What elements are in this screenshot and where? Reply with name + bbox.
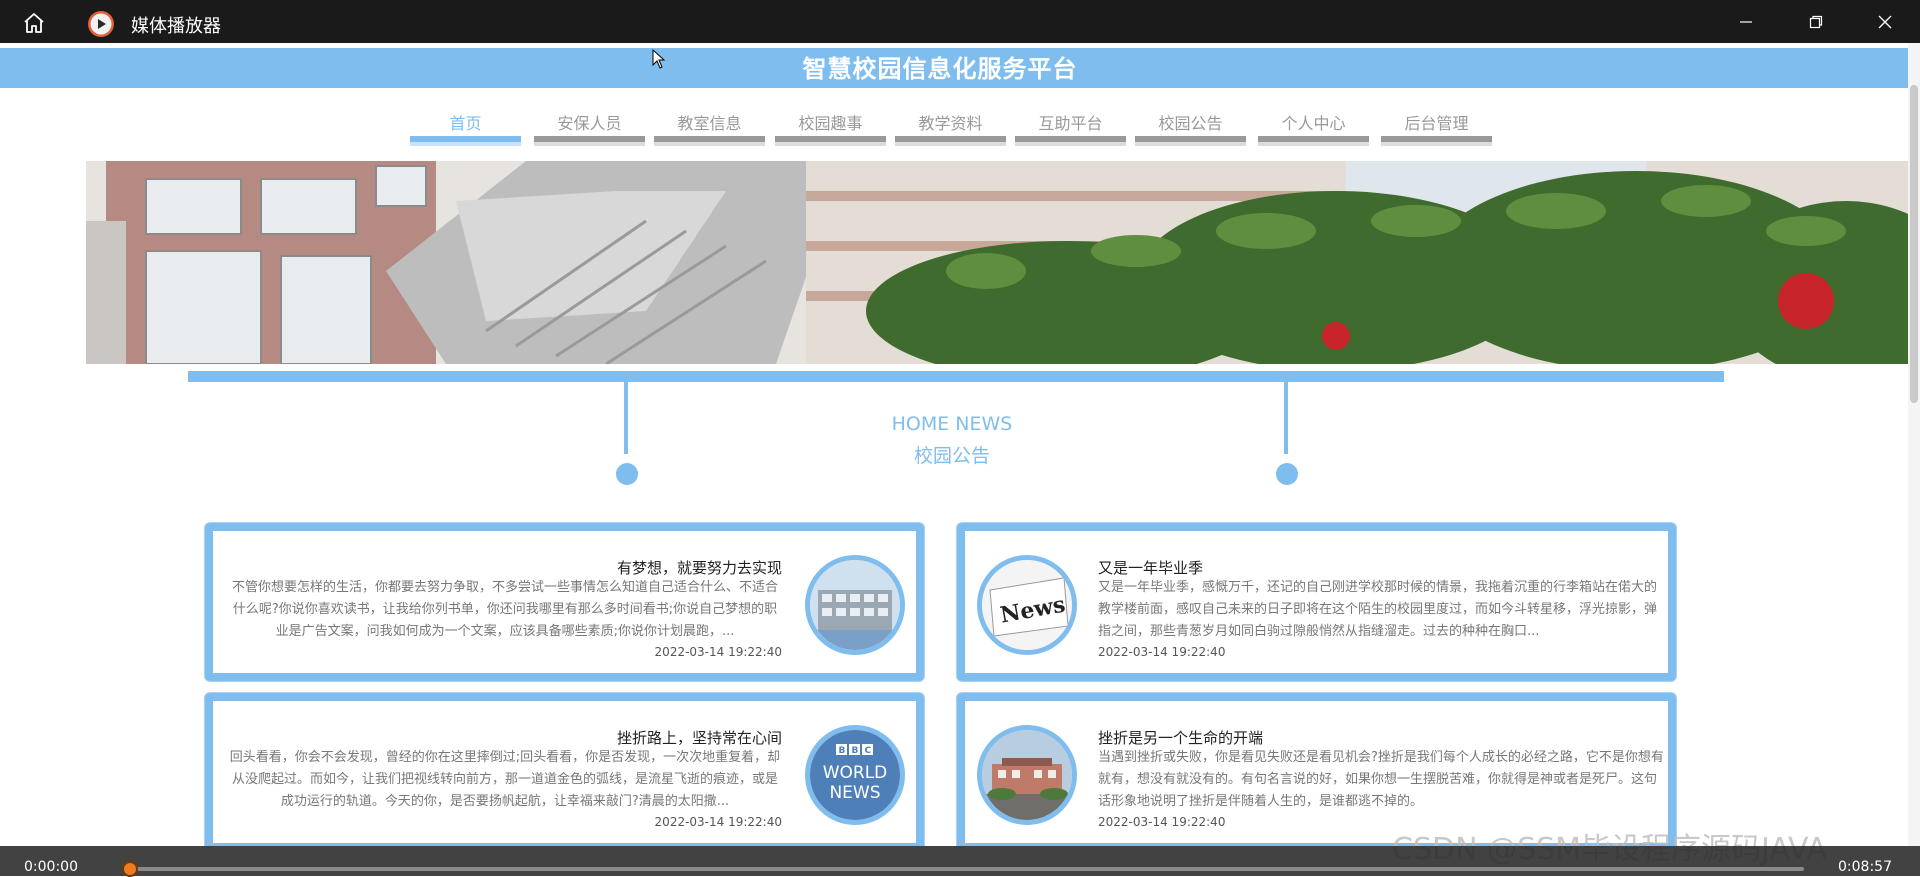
news-card[interactable]: News 又是一年毕业季 又是一年毕业季，感慨万千，还记的自己刚进学校那时候的情… — [957, 523, 1676, 681]
nav-underline — [654, 136, 765, 146]
banner-image — [86, 161, 1908, 364]
nav-item-security-staff[interactable]: 安保人员 — [534, 110, 645, 150]
news-date: 2022-03-14 19:22:40 — [654, 645, 782, 659]
nav-label: 首页 — [449, 114, 482, 133]
mouse-cursor-icon — [652, 49, 666, 69]
window-title: 媒体播放器 — [131, 16, 221, 37]
nav-label: 个人中心 — [1281, 114, 1346, 133]
nav-item-admin[interactable]: 后台管理 — [1381, 110, 1492, 150]
site-header: 智慧校园信息化服务平台 — [0, 48, 1908, 88]
news-title[interactable]: 又是一年毕业季 — [1098, 557, 1203, 578]
nav-label: 安保人员 — [557, 114, 622, 133]
nav-underline — [1381, 136, 1492, 146]
section-title-en: HOME NEWS — [891, 413, 1013, 435]
section-title-cn: 校园公告 — [913, 445, 990, 467]
nav-underline — [775, 136, 886, 146]
svg-text:WORLD: WORLD — [823, 763, 888, 783]
news-title[interactable]: 有梦想，就要努力去实现 — [617, 557, 782, 578]
page-scrollbar[interactable] — [1908, 43, 1920, 846]
section-divider — [188, 371, 1724, 382]
main-nav: 首页 安保人员 教室信息 校园趣事 教学资料 互助平台 校园公告 个人中心 后台… — [0, 110, 1908, 150]
news-date: 2022-03-14 19:22:40 — [1098, 645, 1226, 659]
news-title[interactable]: 挫折是另一个生命的开端 — [1098, 727, 1263, 748]
news-summary: 不管你想要怎样的生活，你都要去努力争取，不多尝试一些事情怎么知道自己适合什么、不… — [231, 580, 778, 639]
nav-label: 教学资料 — [918, 114, 983, 133]
news-card[interactable]: 有梦想，就要努力去实现 不管你想要怎样的生活，你都要去努力争取，不多尝试一些事情… — [205, 523, 924, 681]
nav-label: 互助平台 — [1038, 114, 1103, 133]
nav-item-personal-center[interactable]: 个人中心 — [1258, 110, 1369, 150]
seek-handle[interactable] — [122, 861, 138, 877]
news-title[interactable]: 挫折路上，坚持常在心间 — [617, 727, 782, 748]
close-button[interactable] — [1855, 0, 1915, 43]
duration: 0:08:57 — [1838, 859, 1892, 875]
nav-underline — [1015, 136, 1126, 146]
svg-text:B: B — [839, 746, 846, 756]
campus-gate-image[interactable] — [977, 725, 1077, 825]
bbc-world-news-image[interactable]: BBC WORLD NEWS — [805, 725, 905, 825]
current-time: 0:00:00 — [24, 859, 78, 875]
nav-item-campus-notice[interactable]: 校园公告 — [1135, 110, 1246, 150]
seek-bar[interactable] — [130, 867, 1804, 871]
minimize-button[interactable] — [1716, 0, 1776, 43]
site-title: 智慧校园信息化服务平台 — [802, 55, 1078, 83]
svg-text:B: B — [852, 746, 859, 756]
nav-item-classroom-info[interactable]: 教室信息 — [654, 110, 765, 150]
nav-item-mutual-help[interactable]: 互助平台 — [1015, 110, 1126, 150]
nav-underline — [1258, 136, 1369, 146]
home-icon[interactable] — [22, 11, 46, 35]
nav-underline — [410, 136, 521, 146]
minimize-icon — [1740, 20, 1752, 23]
nav-item-teaching-materials[interactable]: 教学资料 — [895, 110, 1006, 150]
video-frame: 智慧校园信息化服务平台 首页 安保人员 教室信息 校园趣事 教学资料 互助平台 … — [0, 43, 1908, 846]
play-icon — [87, 10, 115, 38]
news-date: 2022-03-14 19:22:40 — [654, 815, 782, 829]
news-summary: 回头看看，你会不会发现，曾经的你在这里摔倒过;回头看看，你是否发现，一次次地重复… — [229, 750, 781, 809]
nav-item-home[interactable]: 首页 — [410, 110, 521, 150]
restore-icon — [1809, 15, 1823, 28]
window-titlebar: 媒体播放器 — [0, 0, 1920, 43]
nav-underline — [895, 136, 1006, 146]
nav-label: 校园公告 — [1158, 114, 1223, 133]
nav-underline — [534, 136, 645, 146]
nav-label: 后台管理 — [1404, 114, 1469, 133]
news-newspaper-image[interactable]: News — [977, 555, 1077, 655]
svg-text:C: C — [865, 746, 872, 756]
nav-item-campus-fun[interactable]: 校园趣事 — [775, 110, 886, 150]
school-building-image[interactable] — [805, 555, 905, 655]
nav-underline — [1135, 136, 1246, 146]
nav-label: 校园趣事 — [798, 114, 863, 133]
restore-button[interactable] — [1786, 0, 1846, 43]
news-card[interactable]: 挫折路上，坚持常在心间 回头看看，你会不会发现，曾经的你在这里摔倒过;回头看看，… — [205, 693, 924, 846]
svg-text:NEWS: NEWS — [829, 783, 880, 803]
player-controls: 0:00:00 0:08:57 — [0, 846, 1920, 877]
news-date: 2022-03-14 19:22:40 — [1098, 815, 1226, 829]
nav-label: 教室信息 — [677, 114, 742, 133]
close-icon — [1878, 15, 1892, 28]
scrollbar-thumb[interactable] — [1910, 85, 1918, 403]
news-summary: 又是一年毕业季，感慨万千，还记的自己刚进学校那时候的情景，我拖着沉重的行李箱站在… — [1098, 580, 1658, 639]
news-summary: 当遇到挫折或失败，你是看见失败还是看见机会?挫折是我们每个人成长的必经之路，它不… — [1098, 750, 1664, 809]
